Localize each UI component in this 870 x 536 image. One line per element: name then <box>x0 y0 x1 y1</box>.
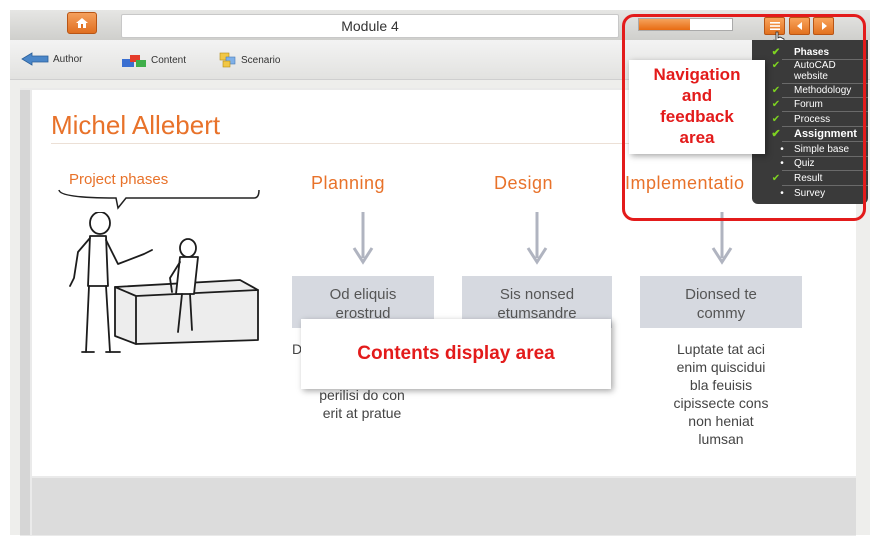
desc-line: non heniat <box>688 413 754 429</box>
phase-title-design: Design <box>494 173 554 193</box>
content-label: Content <box>151 54 187 66</box>
blocks-icon <box>122 55 146 67</box>
bottom-panel <box>32 478 856 535</box>
desc-line: bla feuisis <box>689 377 753 393</box>
desc-line: Luptate tat aci <box>677 341 765 357</box>
author-label: Author <box>53 53 83 65</box>
home-icon <box>76 18 88 28</box>
module-title: Module 4 <box>121 14 619 38</box>
windows-icon <box>219 52 236 68</box>
slide-name: Michel Allebert <box>51 110 221 140</box>
content-tool[interactable]: Content <box>121 52 186 68</box>
desc-line: lumsan <box>698 431 744 447</box>
box-line: Sis nonsed <box>499 286 575 303</box>
box-line: Dionsed te <box>685 286 757 303</box>
people-illustration <box>69 212 259 353</box>
implementation-box: Dionsed te commy <box>640 276 802 328</box>
desc-line: erit at pratue <box>322 405 402 421</box>
phase-title-planning: Planning <box>311 173 386 193</box>
box-line: Od eliquis <box>329 286 397 303</box>
left-strip <box>20 90 30 535</box>
scenario-tool[interactable]: Scenario <box>219 52 280 68</box>
navigation-highlight-outline <box>622 14 866 221</box>
planning-desc: perilisi do con erit at pratue <box>282 386 442 422</box>
home-button[interactable] <box>67 12 97 34</box>
down-arrow-icon <box>526 212 548 265</box>
down-arrow-icon <box>352 212 374 265</box>
contents-callout: Contents display area <box>301 319 611 389</box>
back-arrow-icon <box>21 52 49 66</box>
desc-line: cipissecte cons <box>673 395 769 411</box>
speech-bubble-text: Project phases <box>69 171 169 188</box>
desc-line: enim quiscidui <box>676 359 766 375</box>
implementation-desc: Luptate tat aci enim quiscidui bla feuis… <box>640 340 802 448</box>
scenario-label: Scenario <box>241 54 281 66</box>
box-line: commy <box>696 305 746 322</box>
speech-bubble-outline <box>58 189 260 210</box>
author-tool[interactable]: Author <box>21 52 82 66</box>
